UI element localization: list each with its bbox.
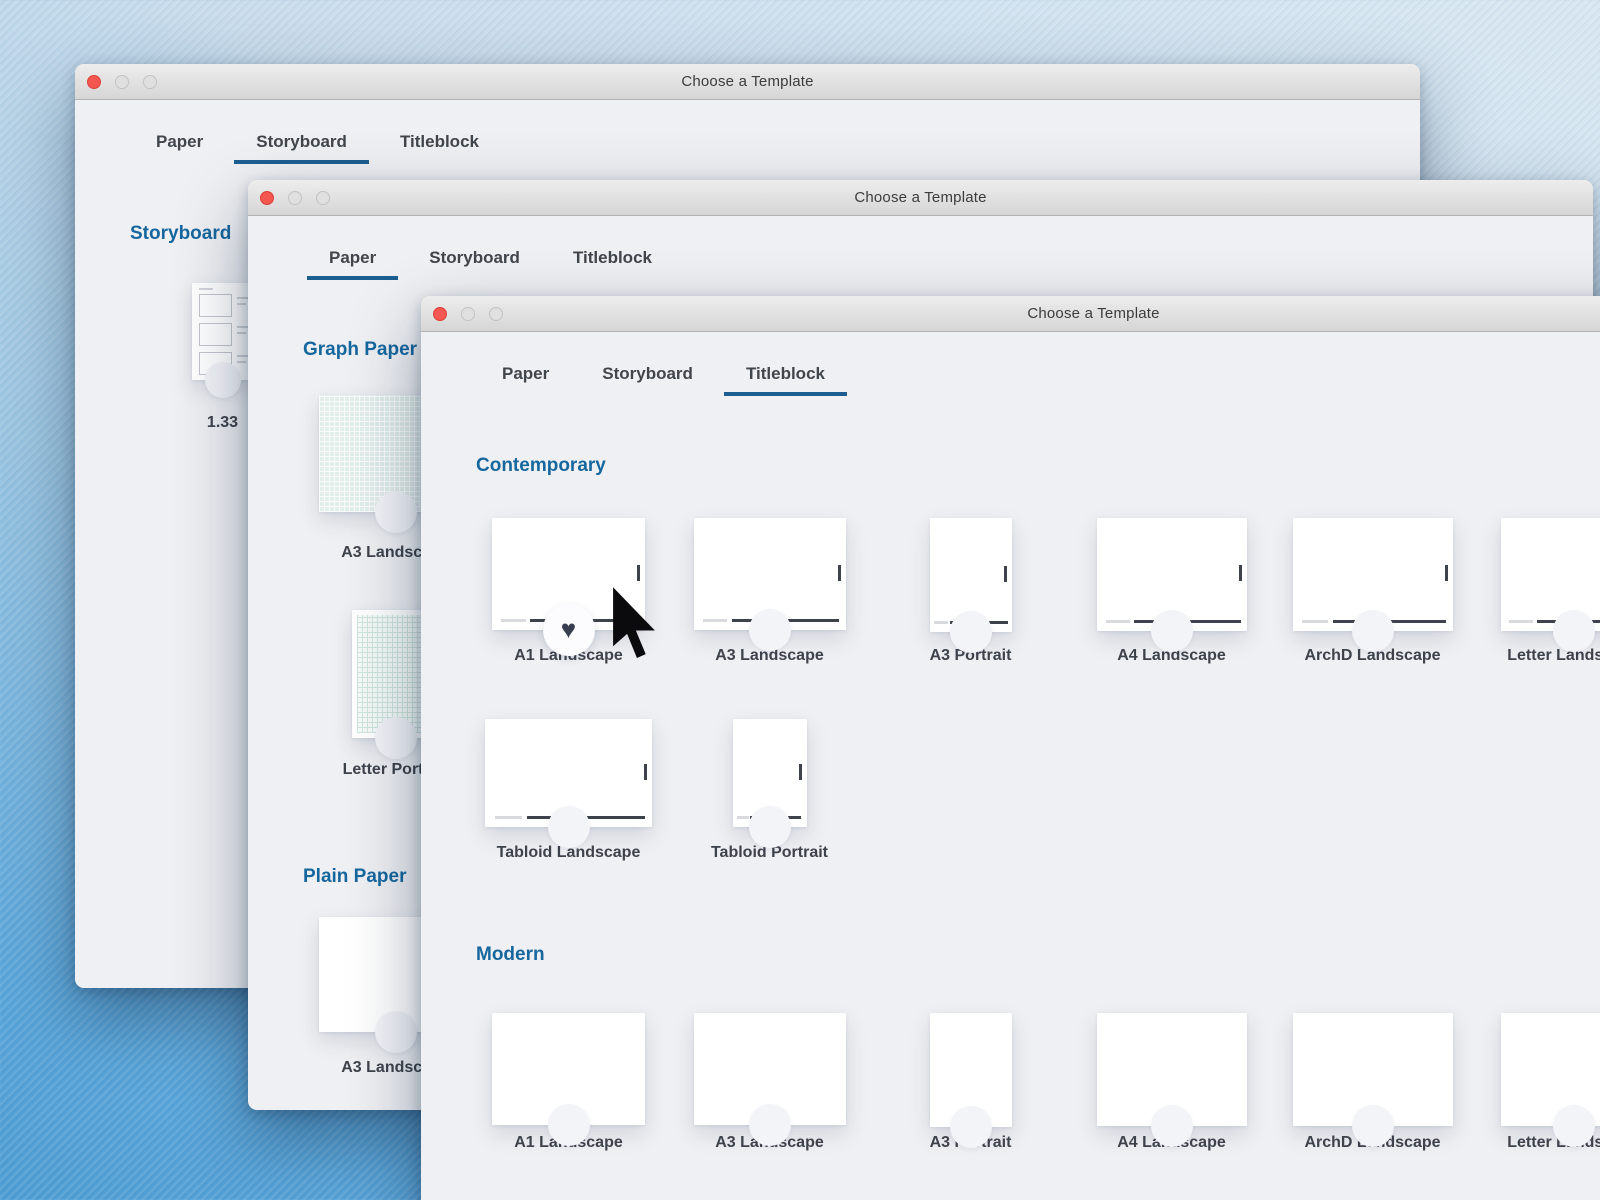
titleblock-thumbnail (694, 518, 846, 630)
window-title: Choose a Template (421, 305, 1600, 322)
tab-storyboard[interactable]: Storyboard (234, 133, 369, 164)
tab-bar: Paper Storyboard Titleblock (480, 365, 847, 396)
titleblock-thumbnail (1293, 1013, 1453, 1126)
template-item-contemporary-archd-landscape[interactable]: ArchD Landscape (1272, 518, 1473, 632)
heart-icon: ♥ (561, 616, 576, 642)
thumb-circle (749, 609, 791, 651)
section-heading-graph-paper: Graph Paper (303, 339, 417, 361)
thumb-circle (548, 1104, 590, 1146)
favorite-button[interactable]: ♥ (543, 604, 595, 656)
section-heading-modern: Modern (476, 944, 545, 966)
storyboard-thumbnail (192, 283, 254, 380)
titleblock-thumbnail (1097, 1013, 1247, 1126)
thumb-circle (375, 717, 417, 759)
tab-titleblock[interactable]: Titleblock (378, 133, 501, 164)
window-title: Choose a Template (75, 73, 1420, 90)
titleblock-tick (637, 565, 640, 581)
template-item-modern-a3-portrait[interactable]: A3 Portrait (870, 1013, 1071, 1127)
titleblock-thumbnail: ♥ (492, 518, 645, 630)
titleblock-thumbnail (1097, 518, 1247, 631)
thumb-circle (1151, 1105, 1193, 1147)
titleblock-thumbnail (1501, 518, 1600, 631)
titleblock-thumbnail (733, 719, 807, 827)
template-item-contemporary-a4-landscape[interactable]: A4 Landscape (1071, 518, 1272, 632)
section-heading-storyboard: Storyboard (130, 223, 231, 245)
template-item-modern-archd-landscape[interactable]: ArchD Landscape (1272, 1013, 1473, 1127)
template-item-contemporary-tabloid-portrait[interactable]: Tabloid Portrait (669, 719, 870, 827)
titlebar[interactable]: Choose a Template (248, 180, 1593, 216)
titleblock-thumbnail (930, 518, 1012, 632)
thumb-circle (749, 806, 791, 848)
template-item-contemporary-tabloid-landscape[interactable]: Tabloid Landscape (468, 719, 669, 827)
thumb-circle (1553, 1105, 1595, 1147)
tab-titleblock[interactable]: Titleblock (724, 365, 847, 396)
thumb-circle (375, 1011, 417, 1053)
thumb-circle (1352, 1105, 1394, 1147)
tab-paper[interactable]: Paper (480, 365, 571, 396)
tab-paper[interactable]: Paper (307, 249, 398, 280)
template-item-contemporary-letter-landscape[interactable]: Letter Landscape (1473, 518, 1600, 632)
window-choose-template-front: Choose a Template Paper Storyboard Title… (421, 296, 1600, 1200)
tab-storyboard[interactable]: Storyboard (580, 365, 715, 396)
titlebar[interactable]: Choose a Template (75, 64, 1420, 100)
tab-bar: Paper Storyboard Titleblock (134, 133, 501, 164)
thumb-circle (1553, 610, 1595, 652)
tab-titleblock[interactable]: Titleblock (551, 249, 674, 280)
titleblock-thumbnail (485, 719, 652, 827)
thumb-circle (950, 1106, 992, 1148)
template-item-contemporary-a1-landscape[interactable]: ♥ A1 Landscape (468, 518, 669, 632)
window-title: Choose a Template (248, 189, 1593, 206)
template-item-modern-a1-landscape[interactable]: A1 Landscape (468, 1013, 669, 1127)
template-item-modern-letter-landscape[interactable]: Letter Landscape (1473, 1013, 1600, 1127)
template-item-modern-a3-landscape[interactable]: A3 Landscape (669, 1013, 870, 1127)
titleblock-thumbnail (492, 1013, 645, 1125)
tab-paper[interactable]: Paper (134, 133, 225, 164)
thumb-circle (1352, 610, 1394, 652)
titleblock-thumbnail (930, 1013, 1012, 1127)
titleblock-thumbnail (1501, 1013, 1600, 1126)
thumb-circle (548, 806, 590, 848)
template-item-modern-a4-landscape[interactable]: A4 Landscape (1071, 1013, 1272, 1127)
section-heading-plain-paper: Plain Paper (303, 866, 407, 888)
thumb-circle (950, 611, 992, 653)
thumb-circle (205, 362, 241, 398)
template-item-contemporary-a3-portrait[interactable]: A3 Portrait (870, 518, 1071, 632)
titleblock-strip-light (501, 619, 525, 622)
thumb-circle (375, 491, 417, 533)
section-heading-contemporary: Contemporary (476, 455, 606, 477)
thumb-circle (749, 1104, 791, 1146)
titleblock-thumbnail (694, 1013, 846, 1125)
tab-bar: Paper Storyboard Titleblock (307, 249, 674, 280)
template-item-contemporary-a3-landscape[interactable]: A3 Landscape (669, 518, 870, 632)
titlebar[interactable]: Choose a Template (421, 296, 1600, 332)
thumb-circle (1151, 610, 1193, 652)
titleblock-thumbnail (1293, 518, 1453, 631)
tab-storyboard[interactable]: Storyboard (407, 249, 542, 280)
